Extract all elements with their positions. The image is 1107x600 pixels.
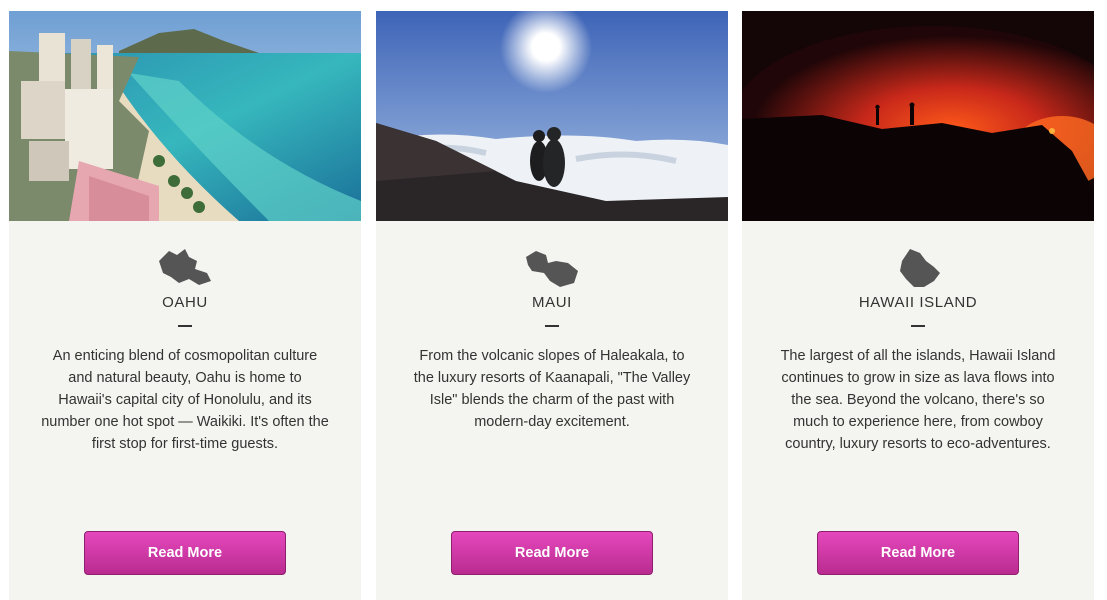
island-description: An enticing blend of cosmopolitan cultur…	[41, 348, 329, 452]
island-description: From the volcanic slopes of Haleakala, t…	[413, 348, 691, 430]
read-more-button[interactable]: Read More	[817, 531, 1019, 575]
island-name: OAHU	[162, 294, 208, 311]
island-card-oahu: OAHU An enticing blend of cosmopolitan c…	[9, 11, 361, 600]
island-card-maui: MAUI From the volcanic slopes of Haleaka…	[376, 11, 728, 600]
island-card-hawaii: HAWAII ISLAND The largest of all the isl…	[742, 11, 1094, 600]
title-divider	[545, 325, 559, 327]
hawaii-island-icon	[900, 249, 940, 287]
island-name: MAUI	[532, 294, 572, 311]
island-description: The largest of all the islands, Hawaii I…	[780, 348, 1056, 452]
maui-photo[interactable]	[376, 11, 728, 221]
oahu-island-icon	[159, 249, 211, 285]
read-more-button[interactable]: Read More	[84, 531, 286, 575]
maui-island-icon	[526, 251, 578, 287]
read-more-button[interactable]: Read More	[451, 531, 653, 575]
island-name: HAWAII ISLAND	[858, 294, 978, 311]
oahu-photo[interactable]	[9, 11, 361, 221]
hawaii-island-photo[interactable]	[742, 11, 1094, 221]
title-divider	[178, 325, 192, 327]
title-divider	[911, 325, 925, 327]
